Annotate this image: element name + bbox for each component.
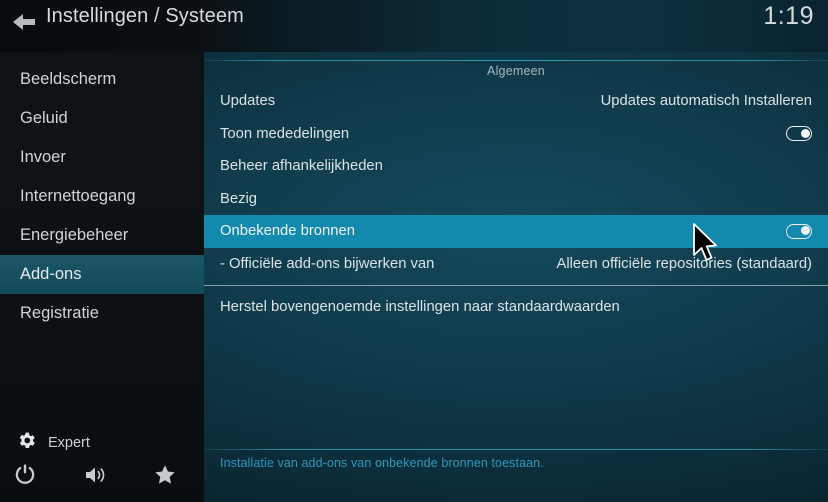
toggle-knob (800, 226, 810, 236)
sidebar-menu: Beeldscherm Geluid Invoer Internettoegan… (0, 60, 204, 333)
setting-label: Toon mededelingen (220, 125, 350, 142)
panel-top-divider (204, 60, 828, 61)
power-icon[interactable] (12, 462, 48, 496)
sidebar-item-add-ons[interactable]: Add-ons (0, 255, 204, 294)
star-icon[interactable] (152, 462, 188, 496)
setting-row-toon-mededelingen[interactable]: Toon mededelingen (204, 118, 828, 151)
setting-row-beheer-afhankelijkheden[interactable]: Beheer afhankelijkheden (204, 150, 828, 183)
sidebar-item-energiebeheer[interactable]: Energiebeheer (0, 216, 204, 255)
setting-label: Bezig (220, 190, 258, 207)
setting-label: Onbekende bronnen (220, 223, 355, 240)
settings-level-button[interactable]: Expert (16, 430, 90, 456)
help-text: Installatie van add-ons van onbekende br… (220, 456, 544, 470)
setting-row-bezig[interactable]: Bezig (204, 183, 828, 216)
clock: 1:19 (763, 2, 814, 30)
sidebar-item-invoer[interactable]: Invoer (0, 138, 204, 177)
setting-label: Beheer afhankelijkheden (220, 158, 383, 175)
setting-row-officiele-add-ons-bijwerken-van[interactable]: - Officiële add-ons bijwerken van Alleen… (204, 248, 828, 281)
sidebar-item-internettoegang[interactable]: Internettoegang (0, 177, 204, 216)
settings-level-label: Expert (48, 435, 90, 451)
settings-list: Updates Updates automatisch Installeren … (204, 85, 828, 324)
sidebar-item-registratie[interactable]: Registratie (0, 294, 204, 333)
setting-value[interactable]: Updates automatisch Installeren (601, 93, 812, 109)
setting-label: - Officiële add-ons bijwerken van (220, 255, 435, 272)
gear-icon (16, 430, 37, 456)
list-divider (204, 285, 828, 286)
settings-panel: Algemeen Updates Updates automatisch Ins… (204, 52, 828, 502)
sidebar-footer: Expert (0, 424, 204, 502)
header-bar: Instellingen / Systeem 1:19 (0, 0, 828, 52)
setting-row-onbekende-bronnen[interactable]: Onbekende bronnen (204, 215, 828, 248)
toggle-knob (800, 128, 810, 138)
sidebar-icon-row (0, 462, 204, 498)
toggle-onbekende-bronnen[interactable] (786, 223, 812, 239)
setting-value[interactable]: Alleen officiële repositories (standaard… (556, 256, 812, 272)
setting-label: Updates (220, 93, 276, 110)
section-title: Algemeen (487, 64, 545, 78)
volume-icon[interactable] (82, 462, 118, 496)
page-title: Instellingen / Systeem (46, 5, 244, 27)
sidebar-item-beeldscherm[interactable]: Beeldscherm (0, 60, 204, 99)
setting-row-herstel-standaardwaarden[interactable]: Herstel bovengenoemde instellingen naar … (204, 291, 828, 324)
back-arrow-icon[interactable] (12, 11, 38, 33)
setting-row-updates[interactable]: Updates Updates automatisch Installeren (204, 85, 828, 118)
toggle-toon-mededelingen[interactable] (786, 126, 812, 142)
sidebar-item-geluid[interactable]: Geluid (0, 99, 204, 138)
sidebar: Beeldscherm Geluid Invoer Internettoegan… (0, 52, 204, 502)
setting-label: Herstel bovengenoemde instellingen naar … (220, 299, 620, 316)
help-divider (204, 449, 828, 450)
kodi-settings-screen: Instellingen / Systeem 1:19 Beeldscherm … (0, 0, 828, 502)
